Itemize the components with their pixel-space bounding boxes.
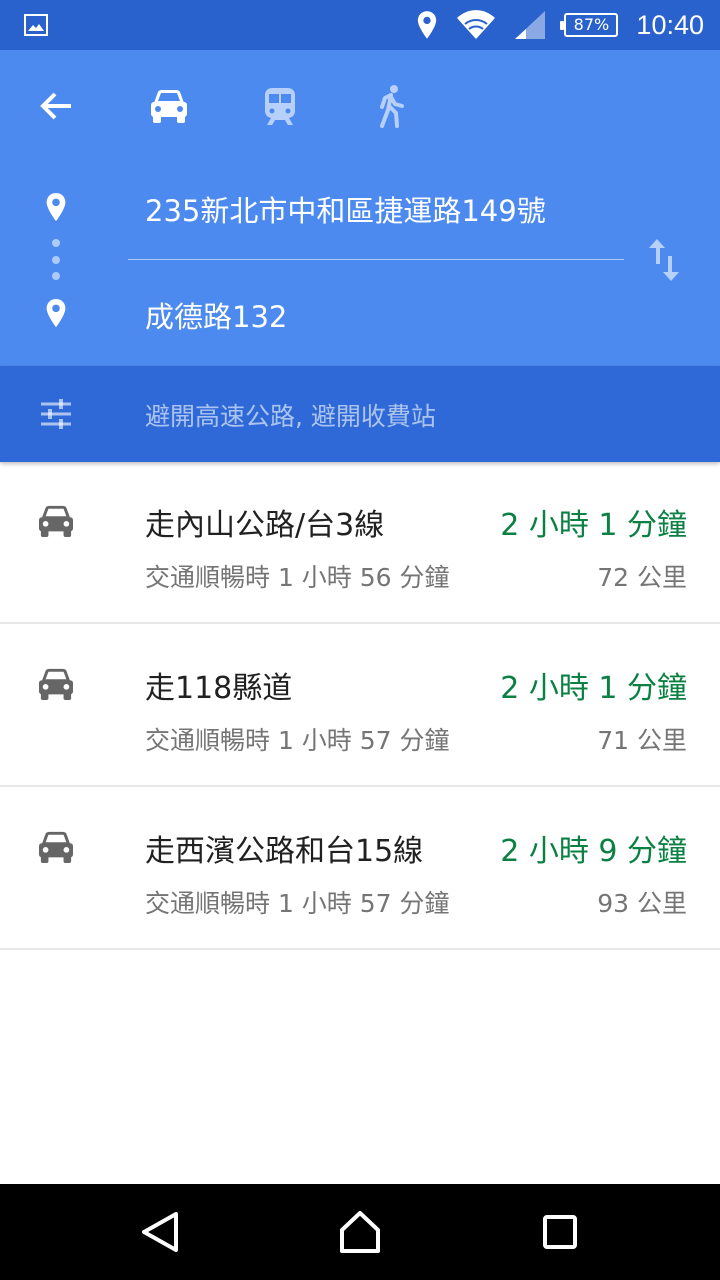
clock: 10:40 — [636, 9, 704, 40]
route-traffic: 交通順暢時 1 小時 57 分鐘 — [145, 726, 450, 755]
route-duration: 2 小時 9 分鐘 — [500, 834, 687, 869]
route-traffic: 交通順暢時 1 小時 56 分鐘 — [145, 563, 450, 592]
origin-pin-icon — [46, 192, 66, 222]
battery-indicator: 87% — [560, 13, 619, 37]
route-options-bar[interactable]: 避開高速公路, 避開收費站 — [0, 366, 720, 462]
route-item[interactable]: 走內山公路/台3線 2 小時 1 分鐘 交通順暢時 1 小時 56 分鐘 72 … — [0, 462, 720, 624]
back-nav-icon[interactable] — [132, 1204, 188, 1260]
status-bar: 87% 10:40 — [0, 0, 720, 50]
route-name: 走西濱公路和台15線 — [145, 834, 424, 869]
car-icon[interactable] — [149, 88, 189, 124]
destination-input[interactable]: 成德路132 — [145, 294, 287, 336]
back-arrow-icon[interactable] — [38, 88, 74, 124]
origin-input[interactable]: 235新北市中和區捷運路149號 — [145, 188, 546, 230]
directions-header: 235新北市中和區捷運路149號 成德路132 — [0, 50, 720, 366]
route-distance: 93 公里 — [597, 889, 687, 918]
route-dot — [52, 272, 60, 280]
route-item[interactable]: 走118縣道 2 小時 1 分鐘 交通順暢時 1 小時 57 分鐘 71 公里 — [0, 625, 720, 787]
navigation-bar — [0, 1184, 720, 1280]
route-options-label: 避開高速公路, 避開收費站 — [145, 402, 436, 431]
route-distance: 72 公里 — [597, 563, 687, 592]
route-traffic: 交通順暢時 1 小時 57 分鐘 — [145, 889, 450, 918]
car-icon — [39, 505, 73, 538]
route-name: 走內山公路/台3線 — [145, 508, 385, 543]
recents-nav-icon[interactable] — [532, 1204, 588, 1260]
swap-icon[interactable] — [646, 238, 682, 282]
train-icon[interactable] — [262, 86, 298, 126]
route-duration: 2 小時 1 分鐘 — [500, 671, 687, 706]
route-item[interactable]: 走西濱公路和台15線 2 小時 9 分鐘 交通順暢時 1 小時 57 分鐘 93… — [0, 788, 720, 950]
route-dot — [52, 239, 60, 247]
car-icon — [39, 668, 73, 701]
address-divider — [128, 259, 624, 260]
walk-icon[interactable] — [376, 84, 406, 128]
route-dot — [52, 256, 60, 264]
signal-icon — [515, 11, 546, 39]
home-nav-icon[interactable] — [332, 1204, 388, 1260]
route-name: 走118縣道 — [145, 671, 293, 706]
image-notification-icon — [24, 14, 48, 36]
route-duration: 2 小時 1 分鐘 — [500, 508, 687, 543]
destination-pin-icon — [46, 298, 66, 328]
tune-options-icon — [41, 399, 71, 429]
wifi-icon — [457, 10, 496, 39]
car-icon — [39, 831, 73, 864]
location-icon — [418, 11, 437, 39]
route-distance: 71 公里 — [597, 726, 687, 755]
